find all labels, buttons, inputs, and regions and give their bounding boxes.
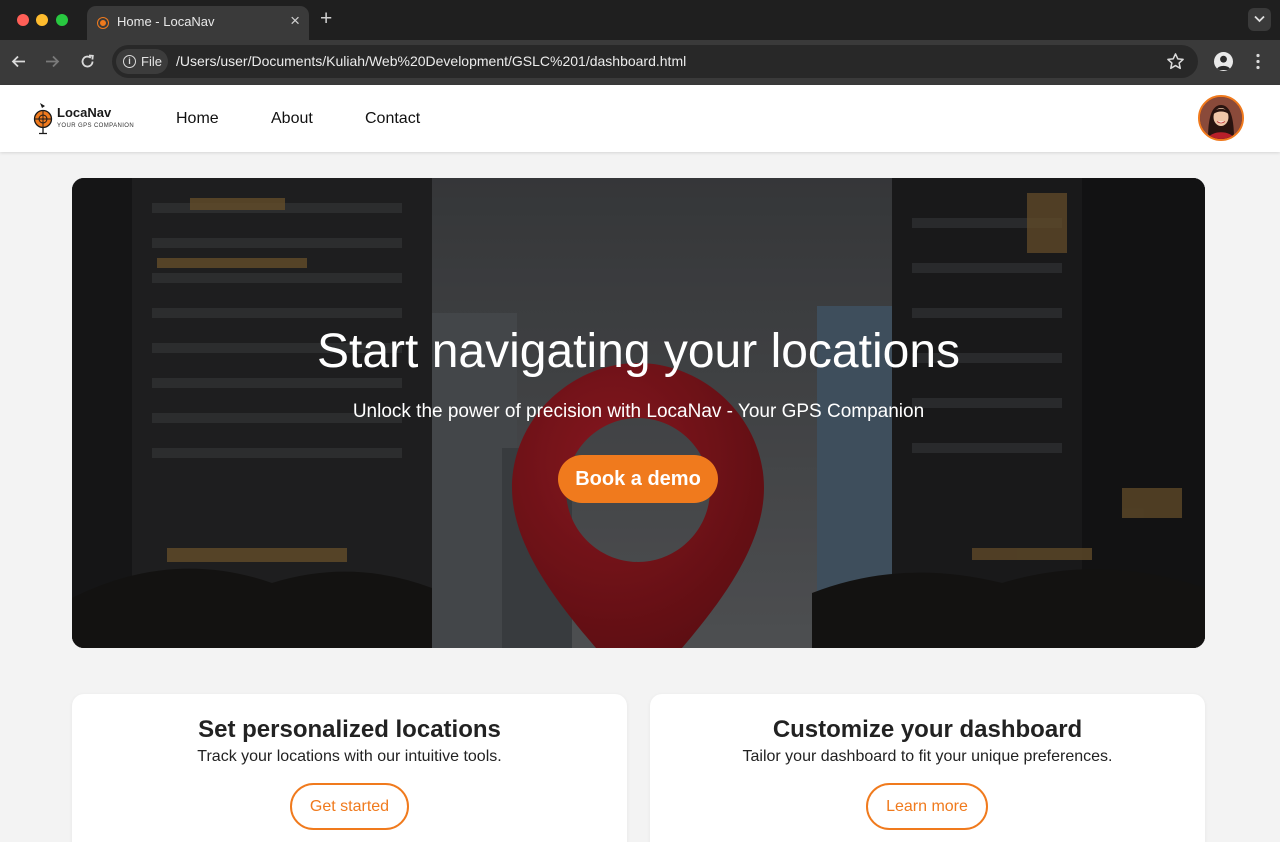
tab-close-icon[interactable]: × [290, 11, 300, 31]
nav-contact-link[interactable]: Contact [365, 110, 420, 128]
close-window-button[interactable] [17, 14, 29, 26]
browser-tab-active[interactable]: Home - LocaNav × [87, 6, 309, 40]
forward-arrow-icon[interactable] [44, 53, 61, 70]
book-demo-button[interactable]: Book a demo [558, 455, 718, 503]
user-avatar[interactable] [1198, 95, 1244, 141]
site-info-chip[interactable]: i File [116, 49, 168, 74]
minimize-window-button[interactable] [36, 14, 48, 26]
learn-more-button[interactable]: Learn more [866, 783, 988, 830]
site-header: LocaNav YOUR GPS COMPANION Home About Co… [0, 85, 1280, 152]
bookmark-star-icon[interactable] [1166, 52, 1185, 71]
feature-card-dashboard: Customize your dashboard Tailor your das… [650, 694, 1205, 842]
feature-card-title: Set personalized locations [198, 716, 501, 743]
feature-card-text: Track your locations with our intuitive … [197, 748, 502, 765]
reload-icon[interactable] [79, 53, 96, 70]
tab-search-button[interactable] [1248, 8, 1271, 31]
browser-tab-strip: Home - LocaNav × + [0, 0, 1280, 40]
maximize-window-button[interactable] [56, 14, 68, 26]
logo-name[interactable]: LocaNav [57, 105, 111, 120]
browser-toolbar: i File /Users/user/Documents/Kuliah/Web%… [0, 40, 1280, 85]
globe-pin-logo-icon[interactable] [32, 101, 54, 135]
back-arrow-icon[interactable] [10, 53, 27, 70]
url-text[interactable]: /Users/user/Documents/Kuliah/Web%20Devel… [176, 53, 686, 69]
hero-subtitle: Unlock the power of precision with LocaN… [352, 401, 925, 422]
hero-title: Start navigating your locations [316, 325, 961, 378]
new-tab-button[interactable]: + [320, 7, 332, 31]
hero-banner: Start navigating your locations Unlock t… [72, 178, 1205, 648]
tab-title: Home - LocaNav [117, 14, 215, 29]
site-info-label: File [141, 54, 162, 69]
profile-icon[interactable] [1214, 52, 1233, 71]
info-icon: i [123, 55, 136, 68]
more-menu-icon[interactable] [1251, 53, 1265, 70]
feature-card-title: Customize your dashboard [772, 716, 1083, 743]
nav-about-link[interactable]: About [271, 110, 313, 128]
nav-home-link[interactable]: Home [176, 110, 219, 128]
get-started-button[interactable]: Get started [290, 783, 409, 830]
feature-card-text: Tailor your dashboard to fit your unique… [742, 748, 1113, 765]
favicon-icon [98, 18, 108, 28]
logo-tagline: YOUR GPS COMPANION [57, 123, 135, 129]
address-bar[interactable]: i File /Users/user/Documents/Kuliah/Web%… [112, 45, 1198, 78]
feature-card-locations: Set personalized locations Track your lo… [72, 694, 627, 842]
chevron-down-icon [1254, 15, 1265, 23]
